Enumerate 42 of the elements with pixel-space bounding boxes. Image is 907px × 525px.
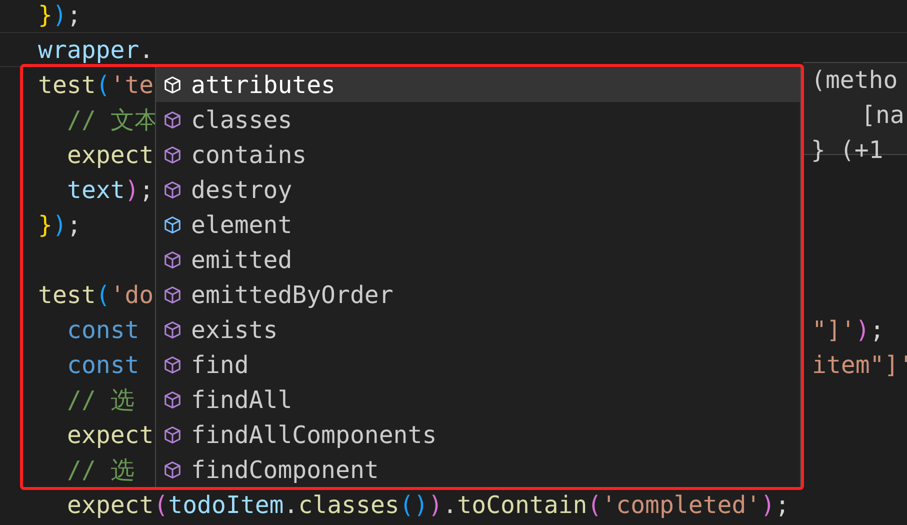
cube-icon [163,390,182,410]
cube-icon [163,424,182,444]
code-line: text); [67,174,154,206]
suggestion-item[interactable]: attributes [156,67,800,102]
code-line: test('te [38,70,154,100]
cube-icon [163,110,182,130]
cube-icon [163,460,182,480]
code-line: expect(todoItem.classes()).toContain('completed'); [67,490,790,520]
code-line: expect [67,420,154,450]
code-line: expect [67,140,154,170]
suggestion-item[interactable]: destroy [156,172,800,207]
suggestion-item[interactable]: find [156,347,800,382]
cube-icon [163,354,182,374]
suggestion-item[interactable]: classes [156,102,800,137]
suggestion-item[interactable]: emittedByOrder [156,277,800,312]
suggestion-item[interactable]: exists [156,312,800,347]
tooltip-text: } (+1 [810,135,884,166]
code-line: const [67,350,140,380]
tooltip-text: (metho [810,65,899,96]
tooltip-text: [na [860,100,906,131]
suggestion-item[interactable]: findAll [156,382,800,417]
cube-icon [163,144,182,164]
code-line: }); [38,210,82,240]
code-line: const [67,314,140,346]
code-line: "]'); [812,314,884,346]
code-line: // 选 [67,384,134,416]
cube-icon [163,74,182,94]
code-line: }); [38,0,82,30]
cube-icon [163,180,182,200]
suggestion-item[interactable]: emitted [156,242,800,277]
suggestion-item[interactable]: contains [156,137,800,172]
cube-icon [163,320,182,340]
suggestion-item[interactable]: element [156,207,800,242]
suggestion-item[interactable]: findComponent [156,452,800,487]
code-line: item"]' [812,350,907,380]
cube-icon [163,250,182,270]
code-line: // 选 [67,454,134,486]
suggestion-item[interactable]: findAllComponents [156,417,800,452]
code-line: wrapper. [38,34,154,66]
code-line: test('do [38,280,154,310]
cube-icon [163,214,182,234]
cube-icon [163,284,182,304]
